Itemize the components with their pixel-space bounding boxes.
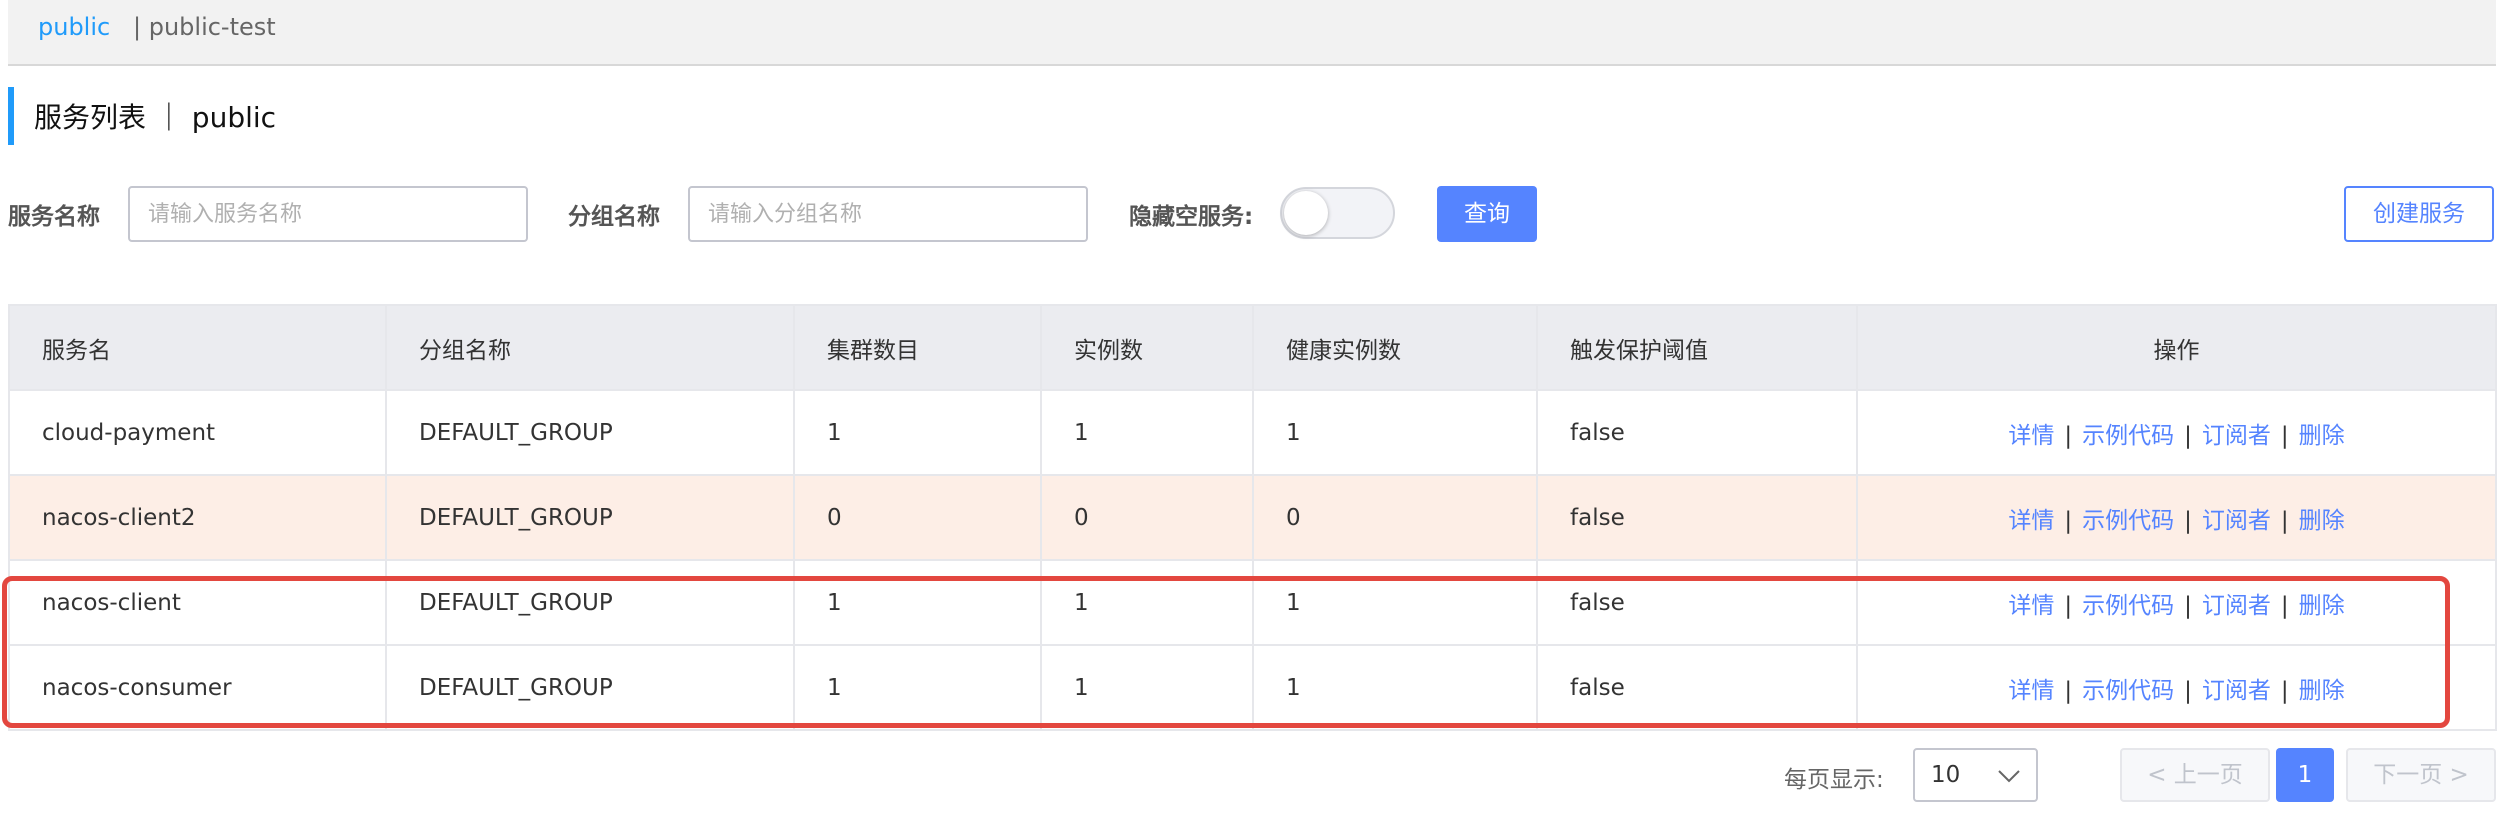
sample-code-link[interactable]: 示例代码 <box>2082 678 2174 704</box>
delete-link[interactable]: 删除 <box>2299 423 2345 449</box>
next-page-button[interactable]: 下一页 > <box>2346 748 2496 802</box>
op-separator: | <box>2280 592 2289 619</box>
cell-protect-threshold: false <box>1536 644 1858 731</box>
service-name-label: 服务名称 <box>8 204 100 230</box>
subscribers-link[interactable]: 订阅者 <box>2202 593 2271 619</box>
subscribers-link[interactable]: 订阅者 <box>2202 678 2271 704</box>
col-header-cluster-count: 集群数目 <box>793 304 1042 391</box>
next-page-label: 下一页 <box>2373 762 2443 788</box>
prev-page-label: 上一页 <box>2173 762 2243 788</box>
cell-protect-threshold: false <box>1536 474 1858 561</box>
cell-service-name: nacos-client2 <box>8 474 387 561</box>
table-row: cloud-payment DEFAULT_GROUP 1 1 1 false … <box>8 389 2497 476</box>
group-name-label: 分组名称 <box>568 204 660 230</box>
cell-service-name: nacos-consumer <box>8 644 387 731</box>
cell-instance-count: 1 <box>1040 559 1254 646</box>
cell-cluster-count: 1 <box>793 389 1042 476</box>
chevron-down-icon <box>1998 770 2020 783</box>
cell-instance-count: 1 <box>1040 389 1254 476</box>
cell-operations: 详情 | 示例代码 | 订阅者 | 删除 <box>1856 644 2497 731</box>
table-header-row: 服务名 分组名称 集群数目 实例数 健康实例数 触发保护阈值 操作 <box>8 304 2497 391</box>
cell-service-name: nacos-client <box>8 559 387 646</box>
cell-cluster-count: 1 <box>793 559 1042 646</box>
detail-link[interactable]: 详情 <box>2008 678 2054 704</box>
cell-operations: 详情 | 示例代码 | 订阅者 | 删除 <box>1856 474 2497 561</box>
cell-cluster-count: 0 <box>793 474 1042 561</box>
sample-code-link[interactable]: 示例代码 <box>2082 423 2174 449</box>
create-service-button[interactable]: 创建服务 <box>2344 186 2494 242</box>
cell-operations: 详情 | 示例代码 | 订阅者 | 删除 <box>1856 389 2497 476</box>
hide-empty-label: 隐藏空服务: <box>1129 204 1254 230</box>
page-number-button[interactable]: 1 <box>2276 748 2334 802</box>
col-header-group-name: 分组名称 <box>385 304 795 391</box>
table-row: nacos-client DEFAULT_GROUP 1 1 1 false 详… <box>8 559 2497 646</box>
op-separator: | <box>2280 507 2289 534</box>
cell-protect-threshold: false <box>1536 389 1858 476</box>
cell-instance-count: 1 <box>1040 644 1254 731</box>
table-row: nacos-consumer DEFAULT_GROUP 1 1 1 false… <box>8 644 2497 731</box>
cell-cluster-count: 1 <box>793 644 1042 731</box>
cell-instance-count: 0 <box>1040 474 1254 561</box>
op-separator: | <box>2184 507 2192 534</box>
op-separator: | <box>2064 422 2073 449</box>
toggle-knob <box>1284 191 1328 235</box>
service-name-input[interactable] <box>128 186 528 242</box>
title-accent-bar <box>8 87 14 145</box>
query-button[interactable]: 查询 <box>1437 186 1537 242</box>
op-separator: | <box>2280 422 2289 449</box>
prev-page-button[interactable]: < 上一页 <box>2120 748 2270 802</box>
cell-group-name: DEFAULT_GROUP <box>385 559 795 646</box>
cell-healthy-count: 0 <box>1252 474 1538 561</box>
namespace-public-test-link[interactable]: | public-test <box>133 12 276 42</box>
delete-link[interactable]: 删除 <box>2299 508 2345 534</box>
op-separator: | <box>2184 422 2192 449</box>
group-name-input[interactable] <box>688 186 1088 242</box>
service-table: 服务名 分组名称 集群数目 实例数 健康实例数 触发保护阈值 操作 cloud-… <box>8 304 2497 731</box>
chevron-left-icon: < <box>2147 762 2167 788</box>
sample-code-link[interactable]: 示例代码 <box>2082 508 2174 534</box>
op-separator: | <box>2064 507 2073 534</box>
cell-healthy-count: 1 <box>1252 644 1538 731</box>
cell-operations: 详情 | 示例代码 | 订阅者 | 删除 <box>1856 559 2497 646</box>
cell-group-name: DEFAULT_GROUP <box>385 389 795 476</box>
col-header-healthy-count: 健康实例数 <box>1252 304 1538 391</box>
op-separator: | <box>2064 677 2073 704</box>
per-page-value: 10 <box>1931 762 1961 788</box>
col-header-protect-threshold: 触发保护阈值 <box>1536 304 1858 391</box>
detail-link[interactable]: 详情 <box>2008 423 2054 449</box>
delete-link[interactable]: 删除 <box>2299 678 2345 704</box>
cell-group-name: DEFAULT_GROUP <box>385 644 795 731</box>
col-header-operations: 操作 <box>1856 304 2497 391</box>
cell-group-name: DEFAULT_GROUP <box>385 474 795 561</box>
per-page-select[interactable]: 10 <box>1913 748 2038 802</box>
cell-protect-threshold: false <box>1536 559 1858 646</box>
op-separator: | <box>2064 592 2073 619</box>
op-separator: | <box>2280 677 2289 704</box>
col-header-instance-count: 实例数 <box>1040 304 1254 391</box>
cell-healthy-count: 1 <box>1252 559 1538 646</box>
detail-link[interactable]: 详情 <box>2008 508 2054 534</box>
chevron-right-icon: > <box>2449 762 2469 788</box>
cell-healthy-count: 1 <box>1252 389 1538 476</box>
page-title: 服务列表 ｜ public <box>34 101 277 134</box>
sample-code-link[interactable]: 示例代码 <box>2082 593 2174 619</box>
hide-empty-toggle[interactable] <box>1280 187 1395 239</box>
col-header-service-name: 服务名 <box>8 304 387 391</box>
subscribers-link[interactable]: 订阅者 <box>2202 508 2271 534</box>
op-separator: | <box>2184 677 2192 704</box>
cell-service-name: cloud-payment <box>8 389 387 476</box>
namespace-bar: public | public-test <box>8 0 2496 66</box>
op-separator: | <box>2184 592 2192 619</box>
per-page-label: 每页显示: <box>1784 767 1884 793</box>
delete-link[interactable]: 删除 <box>2299 593 2345 619</box>
table-row: nacos-client2 DEFAULT_GROUP 0 0 0 false … <box>8 474 2497 561</box>
namespace-public-link[interactable]: public <box>38 12 110 42</box>
detail-link[interactable]: 详情 <box>2008 593 2054 619</box>
subscribers-link[interactable]: 订阅者 <box>2202 423 2271 449</box>
